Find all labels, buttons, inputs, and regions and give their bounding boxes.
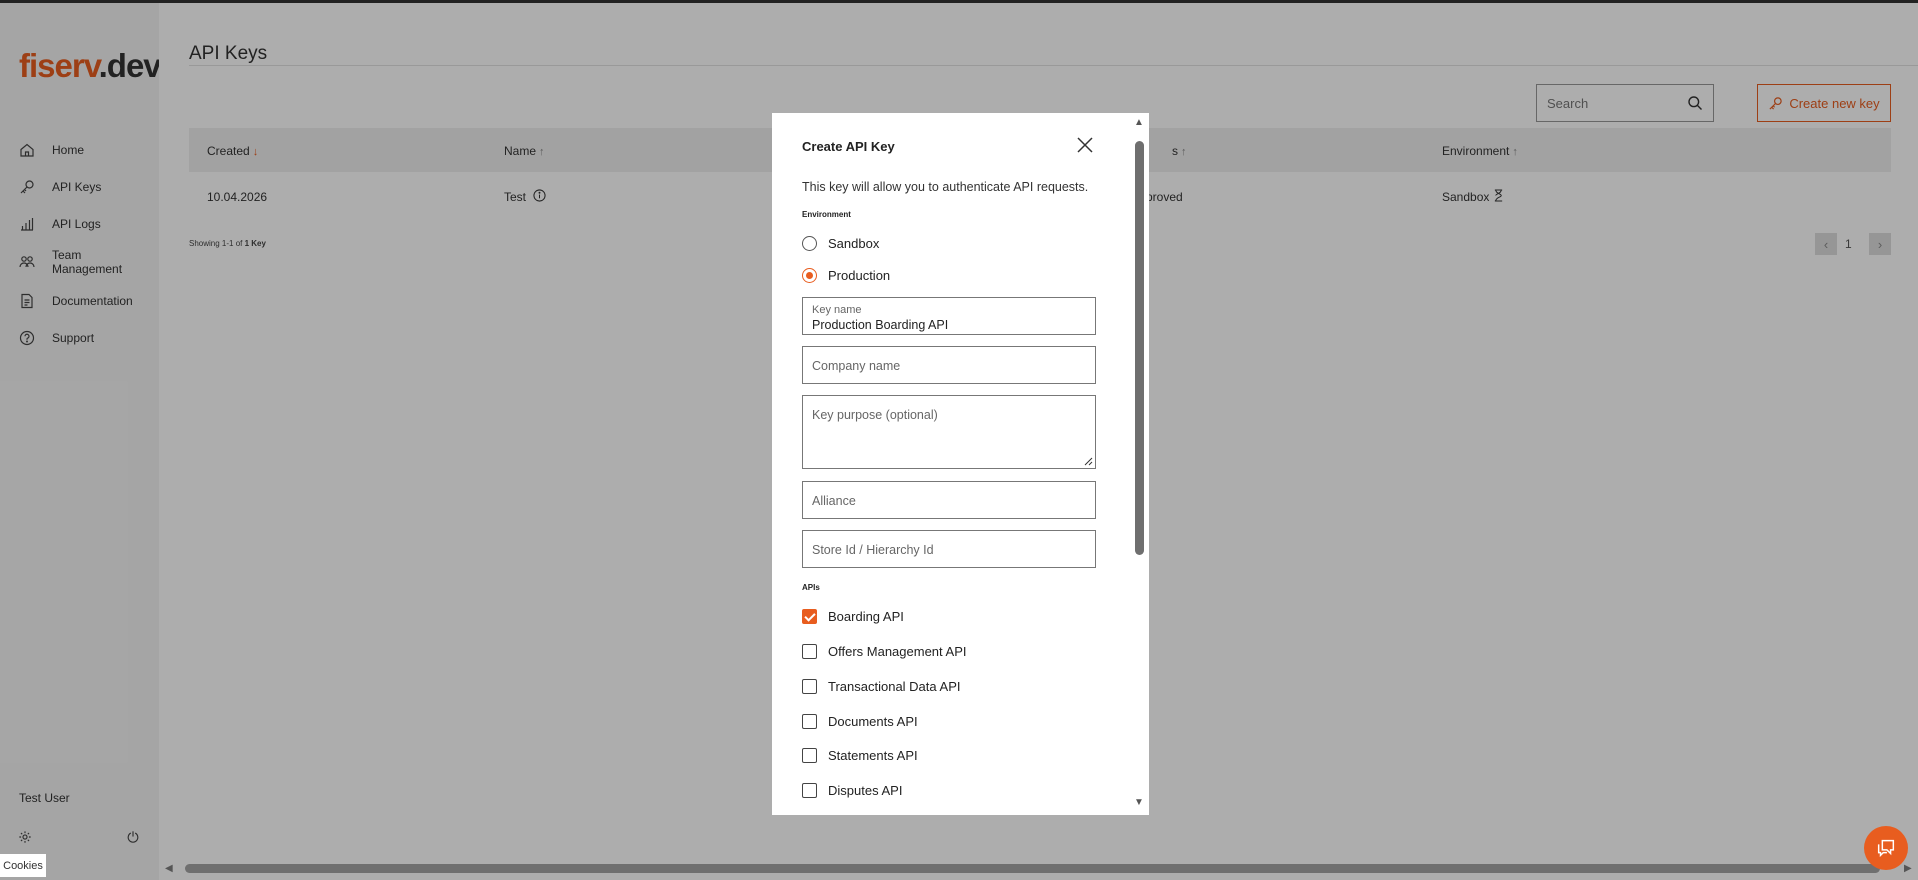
scroll-right-arrow-icon[interactable]: ▶: [1904, 863, 1912, 874]
scroll-left-arrow-icon[interactable]: ◀: [165, 863, 173, 874]
key-name-field[interactable]: Key name Production Boarding API: [802, 297, 1096, 335]
horizontal-scroll-thumb[interactable]: [185, 864, 1880, 873]
checkbox-offers-management-api[interactable]: Offers Management API: [802, 644, 967, 659]
scroll-down-arrow-icon[interactable]: ▼: [1134, 797, 1144, 808]
checkbox[interactable]: [802, 714, 817, 729]
checkbox-documents-api[interactable]: Documents API: [802, 714, 918, 729]
dialog-title: Create API Key: [802, 139, 895, 154]
dialog-vertical-scrollbar[interactable]: ▲ ▼: [1130, 113, 1149, 815]
checkbox[interactable]: [802, 644, 817, 659]
dialog-description: This key will allow you to authenticate …: [802, 180, 1089, 194]
checkbox-disputes-api[interactable]: Disputes API: [802, 783, 902, 798]
radio-production[interactable]: Production: [802, 268, 890, 283]
close-icon[interactable]: [1076, 136, 1094, 154]
checkbox-boarding-api[interactable]: Boarding API: [802, 609, 904, 624]
alliance-field[interactable]: Alliance: [802, 481, 1096, 519]
scroll-up-arrow-icon[interactable]: ▲: [1134, 117, 1144, 128]
horizontal-scrollbar[interactable]: ◀ ▶: [159, 862, 1918, 874]
key-name-value: Production Boarding API: [812, 318, 949, 332]
checkbox-statements-api[interactable]: Statements API: [802, 748, 918, 763]
checkbox[interactable]: [802, 748, 817, 763]
chat-icon: [1877, 839, 1895, 858]
resize-handle-icon[interactable]: [1083, 456, 1093, 466]
radio-sandbox[interactable]: Sandbox: [802, 236, 879, 251]
apis-label: APIs: [802, 583, 820, 592]
radio-button[interactable]: [802, 236, 817, 251]
store-id-field[interactable]: Store Id / Hierarchy Id: [802, 530, 1096, 568]
key-purpose-textarea[interactable]: Key purpose (optional): [802, 395, 1096, 469]
company-name-field[interactable]: Company name: [802, 346, 1096, 384]
chat-support-button[interactable]: [1864, 826, 1908, 870]
checkbox[interactable]: [802, 679, 817, 694]
key-name-label: Key name: [812, 304, 862, 316]
checkbox-transactional-data-api[interactable]: Transactional Data API: [802, 679, 960, 694]
checkbox-checked[interactable]: [802, 609, 817, 624]
create-api-key-dialog: Create API Key This key will allow you t…: [772, 113, 1149, 815]
cookies-button[interactable]: Cookies: [0, 854, 46, 877]
radio-button-selected[interactable]: [802, 268, 817, 283]
environment-label: Environment: [802, 210, 851, 219]
dialog-scroll-thumb[interactable]: [1135, 141, 1144, 555]
checkbox[interactable]: [802, 783, 817, 798]
